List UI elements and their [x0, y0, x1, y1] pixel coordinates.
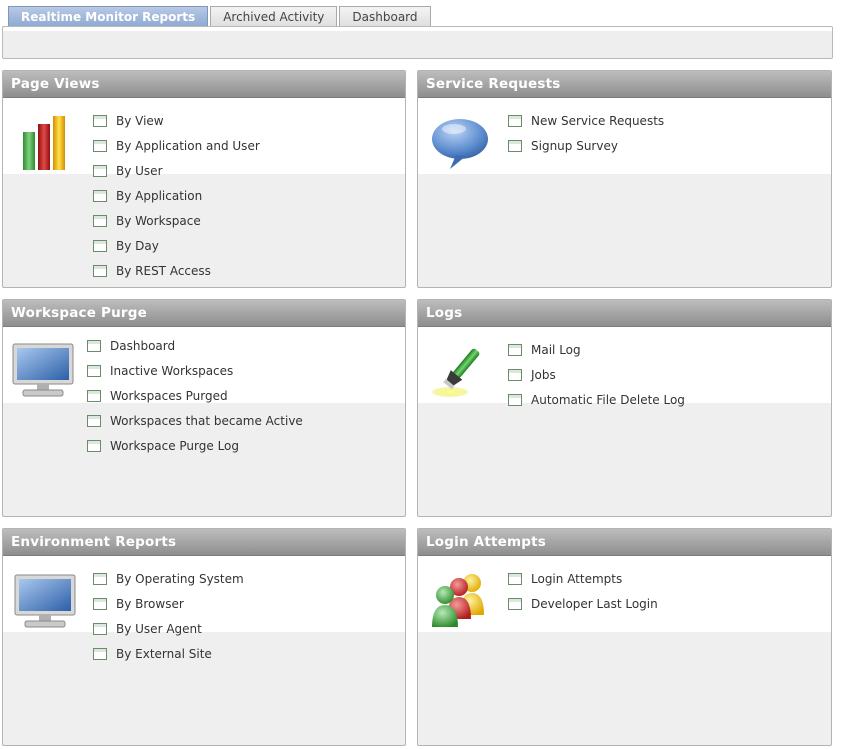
report-icon: [87, 364, 101, 377]
link-by-user-agent[interactable]: By User Agent: [93, 616, 244, 641]
report-icon: [93, 114, 107, 127]
link-by-view[interactable]: By View: [93, 108, 260, 133]
logs-panel: Logs Mail Log Jobs Automatic File Delete…: [417, 299, 832, 517]
login-attempts-panel: Login Attempts Login Attempts Developer …: [417, 528, 832, 746]
report-icon: [93, 597, 107, 610]
link-workspaces-purged[interactable]: Workspaces Purged: [87, 383, 303, 408]
report-icon: [508, 139, 522, 152]
link-new-service-requests[interactable]: New Service Requests: [508, 108, 664, 133]
panel-title: Environment Reports: [3, 529, 405, 556]
link-inactive-workspaces[interactable]: Inactive Workspaces: [87, 358, 303, 383]
link-jobs[interactable]: Jobs: [508, 362, 685, 387]
page-views-links: By View By Application and User By User …: [93, 108, 260, 283]
link-by-rest-access[interactable]: By REST Access: [93, 258, 260, 283]
report-icon: [87, 414, 101, 427]
report-icon: [508, 368, 522, 381]
service-requests-panel: Service Requests New Service Requests Si…: [417, 70, 832, 288]
link-by-external-site[interactable]: By External Site: [93, 641, 244, 666]
link-automatic-file-delete-log[interactable]: Automatic File Delete Log: [508, 387, 685, 412]
report-icon: [508, 597, 522, 610]
link-by-application[interactable]: By Application: [93, 183, 260, 208]
report-icon: [87, 389, 101, 402]
link-by-operating-system[interactable]: By Operating System: [93, 566, 244, 591]
panel-title: Login Attempts: [418, 529, 831, 556]
report-icon: [93, 239, 107, 252]
report-icon: [93, 572, 107, 585]
report-icon: [87, 439, 101, 452]
environment-reports-panel: Environment Reports By Operating System …: [2, 528, 406, 746]
report-icon: [93, 264, 107, 277]
report-icon: [93, 647, 107, 660]
logs-links: Mail Log Jobs Automatic File Delete Log: [508, 337, 685, 412]
panel-title: Page Views: [3, 71, 405, 98]
link-by-user[interactable]: By User: [93, 158, 260, 183]
report-icon: [93, 622, 107, 635]
link-dashboard[interactable]: Dashboard: [87, 333, 303, 358]
link-by-day[interactable]: By Day: [93, 233, 260, 258]
panel-title: Logs: [418, 300, 831, 327]
flashlight-icon: [430, 342, 490, 403]
panel-title: Workspace Purge: [3, 300, 405, 327]
tab-archived-activity[interactable]: Archived Activity: [210, 6, 338, 27]
report-icon: [508, 114, 522, 127]
link-signup-survey[interactable]: Signup Survey: [508, 133, 664, 158]
link-by-application-and-user[interactable]: By Application and User: [93, 133, 260, 158]
report-icon: [508, 343, 522, 356]
service-requests-links: New Service Requests Signup Survey: [508, 108, 664, 158]
panel-title: Service Requests: [418, 71, 831, 98]
tab-bar: Realtime Monitor Reports Archived Activi…: [8, 6, 431, 27]
users-icon: [428, 571, 490, 634]
link-by-workspace[interactable]: By Workspace: [93, 208, 260, 233]
login-attempts-links: Login Attempts Developer Last Login: [508, 566, 658, 616]
monitor-icon: [11, 342, 75, 401]
monitor-icon: [13, 573, 77, 632]
link-by-browser[interactable]: By Browser: [93, 591, 244, 616]
link-login-attempts[interactable]: Login Attempts: [508, 566, 658, 591]
environment-reports-links: By Operating System By Browser By User A…: [93, 566, 244, 666]
workspace-purge-panel: Workspace Purge Dashboard Inactive Works…: [2, 299, 406, 517]
tab-content-bar: [2, 26, 833, 59]
report-icon: [508, 572, 522, 585]
workspace-purge-links: Dashboard Inactive Workspaces Workspaces…: [87, 333, 303, 458]
report-icon: [93, 189, 107, 202]
report-icon: [508, 393, 522, 406]
link-developer-last-login[interactable]: Developer Last Login: [508, 591, 658, 616]
link-workspaces-that-became-active[interactable]: Workspaces that became Active: [87, 408, 303, 433]
tab-dashboard[interactable]: Dashboard: [339, 6, 431, 27]
speech-bubble-icon: [430, 117, 490, 174]
link-workspace-purge-log[interactable]: Workspace Purge Log: [87, 433, 303, 458]
report-icon: [93, 214, 107, 227]
page-views-panel: Page Views By View By Application and Us…: [2, 70, 406, 288]
report-icon: [87, 339, 101, 352]
report-icon: [93, 164, 107, 177]
report-icon: [93, 139, 107, 152]
bar-chart-icon: [21, 115, 67, 174]
tab-realtime-monitor-reports[interactable]: Realtime Monitor Reports: [8, 6, 209, 27]
link-mail-log[interactable]: Mail Log: [508, 337, 685, 362]
